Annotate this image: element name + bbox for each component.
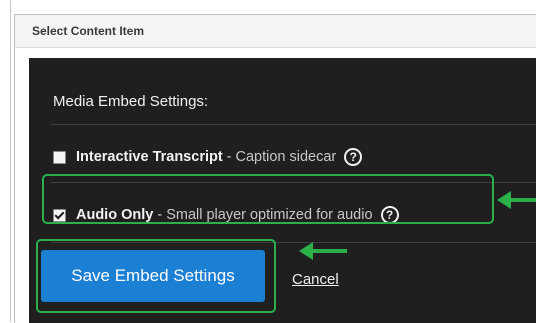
- interactive-transcript-checkbox[interactable]: [53, 150, 66, 164]
- interactive-transcript-label: Interactive Transcript: [76, 149, 223, 165]
- divider: [51, 124, 536, 125]
- save-embed-settings-button[interactable]: Save Embed Settings: [41, 250, 265, 302]
- cancel-link[interactable]: Cancel: [292, 271, 339, 288]
- interactive-transcript-description: Caption sidecar: [235, 149, 337, 165]
- window-edge-divider: [10, 0, 11, 322]
- audio-only-highlight-box: [42, 174, 494, 224]
- section-title: Media Embed Settings:: [53, 93, 209, 110]
- help-question-icon[interactable]: ?: [344, 148, 363, 166]
- dialog-title: Select Content Item: [32, 24, 145, 38]
- dialog-header: Select Content Item: [15, 15, 536, 48]
- option-separator: -: [226, 149, 232, 165]
- option-interactive-transcript: Interactive Transcript - Caption sidecar…: [53, 146, 363, 168]
